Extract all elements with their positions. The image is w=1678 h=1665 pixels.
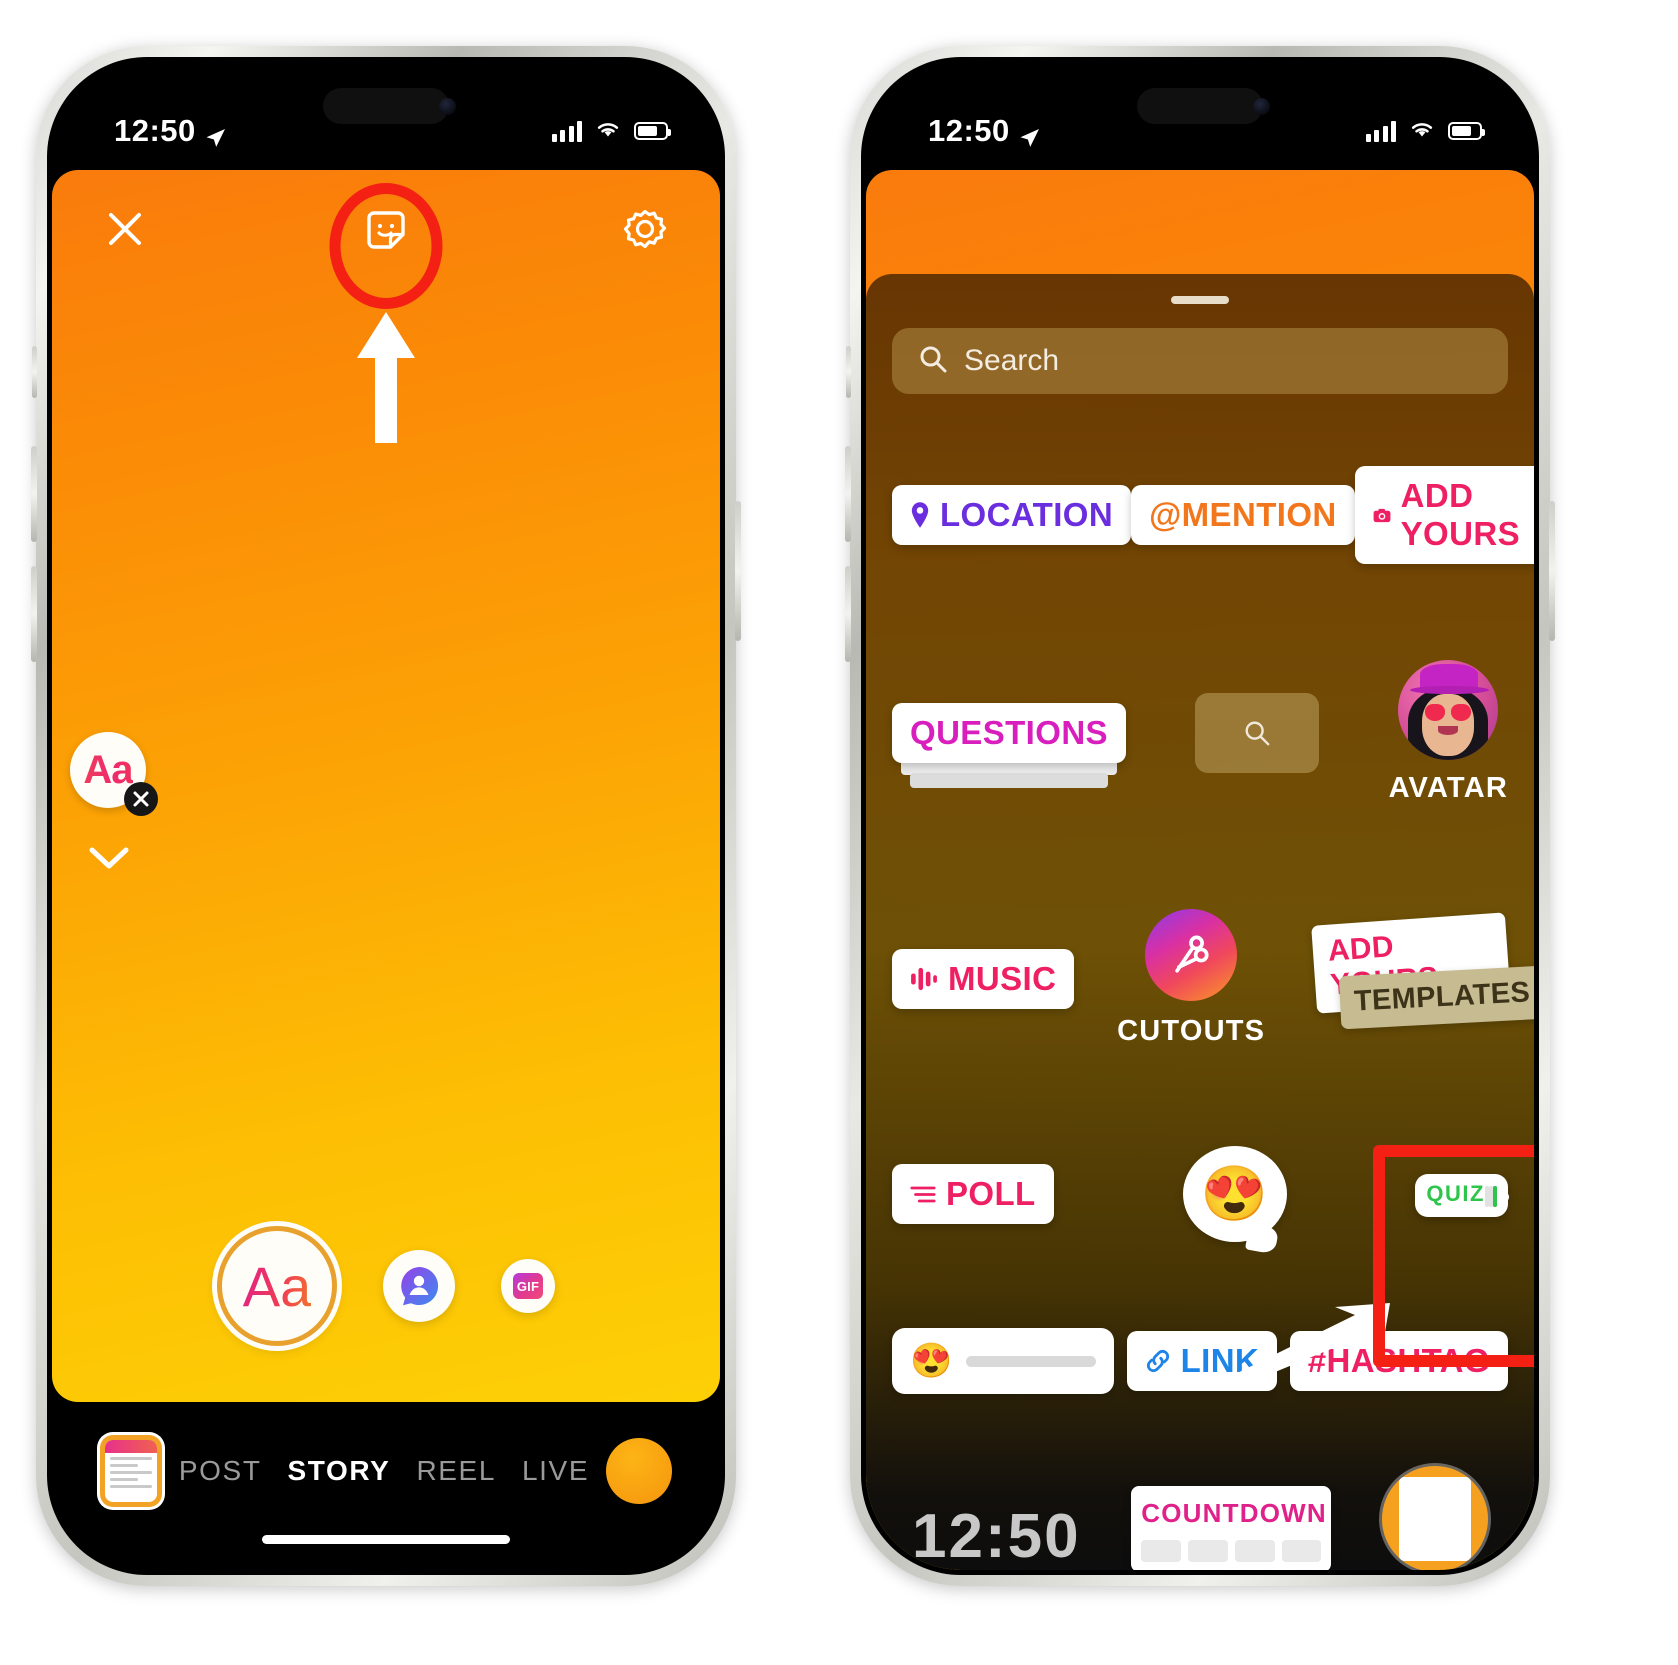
wifi-icon xyxy=(595,119,621,144)
tab-story[interactable]: STORY xyxy=(288,1455,391,1487)
pointer-arrow-annotation xyxy=(1215,1301,1395,1391)
text-tool-button[interactable]: Aa xyxy=(217,1226,337,1346)
left-phone-mockup: Aa Aa GIF POST STORY REEL LIVE 12:50 xyxy=(31,46,741,1586)
sticker-tool-button[interactable] xyxy=(383,1250,455,1322)
sticker-row-1: LOCATION @MENTION ADD YOURS xyxy=(892,466,1534,564)
sticker-questions[interactable]: QUESTIONS xyxy=(892,702,1126,788)
sticker-countdown-label: COUNTDOWN xyxy=(1141,1498,1327,1528)
camera-bottom-bar: POST STORY REEL LIVE xyxy=(52,1402,720,1570)
sticker-templates-label-2: TEMPLATES xyxy=(1338,965,1534,1029)
sticker-icon[interactable] xyxy=(362,206,410,254)
creation-tool-row: Aa GIF xyxy=(52,1226,720,1346)
scissors-icon xyxy=(1145,909,1238,1001)
cellular-bars-icon xyxy=(1365,120,1396,142)
sticker-location[interactable]: LOCATION xyxy=(892,485,1132,545)
settings-gear-icon[interactable] xyxy=(622,206,668,252)
slider-track[interactable] xyxy=(966,1355,1096,1367)
wifi-icon xyxy=(1409,119,1435,144)
close-icon[interactable] xyxy=(104,208,146,250)
status-time-group: 12:50 xyxy=(928,113,1040,149)
tab-post[interactable]: POST xyxy=(179,1455,262,1487)
drag-handle[interactable] xyxy=(1171,296,1229,304)
floating-text-tool[interactable]: Aa xyxy=(70,732,158,816)
home-indicator xyxy=(262,1535,510,1544)
story-canvas[interactable]: Aa Aa GIF xyxy=(52,170,720,1402)
sticker-mention[interactable]: @MENTION xyxy=(1131,485,1355,545)
gif-tool-button[interactable]: GIF xyxy=(501,1259,555,1313)
search-input[interactable]: Search xyxy=(892,328,1508,394)
sticker-row-4: POLL 😍 QUIZ xyxy=(892,1145,1534,1391)
sticker-poll-label: POLL xyxy=(946,1175,1036,1212)
link-icon xyxy=(1146,1349,1169,1373)
left-phone-screen: Aa Aa GIF POST STORY REEL LIVE 12:50 xyxy=(52,62,720,1570)
quiz-option-correct xyxy=(1492,1186,1497,1207)
avatar xyxy=(1398,660,1499,760)
emoji-glyph: 😍 xyxy=(1200,1163,1269,1224)
sticker-countdown[interactable]: COUNTDOWN xyxy=(1131,1486,1332,1570)
sticker-media-thumbnail[interactable] xyxy=(1381,1466,1488,1570)
sticker-grid: LOCATION @MENTION ADD YOURS QUESTIONS AV… xyxy=(866,394,1534,1570)
cellular-bars-icon xyxy=(551,120,582,142)
location-arrow-icon xyxy=(205,121,226,147)
poll-icon xyxy=(910,1186,936,1202)
location-arrow-icon xyxy=(1019,121,1040,147)
sticker-tray: Search LOCATION @MENTION ADD YOURS QUEST… xyxy=(866,274,1534,1570)
up-arrow-annotation xyxy=(353,310,419,445)
screenshot-stage: Aa Aa GIF POST STORY REEL LIVE 12:50 Sea… xyxy=(0,0,1678,1665)
sticker-quiz[interactable]: QUIZ xyxy=(1217,1145,1534,1391)
sticker-questions-label: QUESTIONS xyxy=(910,713,1108,751)
status-indicators xyxy=(1365,119,1485,144)
sticker-music-label: MUSIC xyxy=(948,959,1057,997)
search-placeholder: Search xyxy=(964,344,1060,377)
sticker-location-label: LOCATION xyxy=(940,496,1114,533)
status-bar: 12:50 xyxy=(866,62,1534,170)
sticker-row-5: 😍 LINK #HASHTAG xyxy=(892,1328,1508,1394)
camera-mode-tabs: POST STORY REEL LIVE xyxy=(179,1455,589,1487)
sticker-poll[interactable]: POLL xyxy=(892,1164,1054,1224)
gallery-thumbnail[interactable] xyxy=(100,1435,162,1507)
delete-text-badge[interactable] xyxy=(124,782,158,816)
sticker-emoji-slider[interactable]: 😍 xyxy=(892,1328,1114,1394)
chevron-down-icon[interactable] xyxy=(88,845,130,871)
phone-bezel: Aa Aa GIF POST STORY REEL LIVE 12:50 xyxy=(47,57,725,1575)
tab-reel[interactable]: REEL xyxy=(416,1455,496,1487)
sticker-quiz-label: QUIZ xyxy=(1426,1181,1485,1206)
sticker-avatar[interactable]: AVATAR xyxy=(1389,660,1508,805)
status-time: 12:50 xyxy=(928,113,1010,148)
sticker-row-6: 12:50 COUNTDOWN xyxy=(892,1466,1508,1570)
text-tool-label: Aa xyxy=(242,1254,312,1318)
status-time-group: 12:50 xyxy=(114,113,226,149)
sticker-avatar-label: AVATAR xyxy=(1388,772,1508,804)
sticker-add-yours-templates[interactable]: ADD YOURS TEMPLATES xyxy=(1308,911,1534,1039)
sticker-add-yours[interactable]: ADD YOURS xyxy=(1354,466,1534,564)
sticker-emoji-reaction[interactable]: 😍 xyxy=(1182,1146,1287,1242)
status-indicators xyxy=(551,119,671,144)
tab-live[interactable]: LIVE xyxy=(522,1455,589,1487)
sticker-row-2: QUESTIONS AVATAR xyxy=(892,660,1508,805)
phone-bezel: Search LOCATION @MENTION ADD YOURS QUEST… xyxy=(861,57,1539,1575)
music-waveform-icon xyxy=(911,967,937,990)
sticker-music[interactable]: MUSIC xyxy=(892,948,1075,1009)
search-icon xyxy=(1245,721,1270,745)
sticker-cutouts[interactable]: CUTOUTS xyxy=(1117,909,1265,1048)
sticker-search-tile[interactable] xyxy=(1195,692,1320,773)
status-time: 12:50 xyxy=(114,113,196,148)
sticker-row-3: MUSIC CUTOUTS ADD TEMPLATES xyxy=(892,909,1534,1048)
quiz-sticker-card: QUIZ xyxy=(1415,1174,1508,1217)
sticker-clock[interactable]: 12:50 xyxy=(912,1501,1081,1570)
emoji-glyph: 😍 xyxy=(910,1342,953,1380)
right-phone-mockup: Search LOCATION @MENTION ADD YOURS QUEST… xyxy=(845,46,1555,1586)
sticker-mention-label: @MENTION xyxy=(1149,496,1337,533)
capture-button[interactable] xyxy=(606,1438,672,1504)
status-bar: 12:50 xyxy=(52,62,720,170)
search-icon xyxy=(918,344,948,379)
camera-icon xyxy=(1373,508,1391,522)
battery-icon xyxy=(634,122,671,140)
gif-tool-label: GIF xyxy=(513,1273,543,1299)
right-phone-screen: Search LOCATION @MENTION ADD YOURS QUEST… xyxy=(866,62,1534,1570)
location-pin-icon xyxy=(911,502,929,528)
battery-icon xyxy=(1448,122,1485,140)
sticker-add-yours-label: ADD YOURS xyxy=(1400,477,1520,552)
sticker-cutouts-label: CUTOUTS xyxy=(1117,1015,1266,1047)
